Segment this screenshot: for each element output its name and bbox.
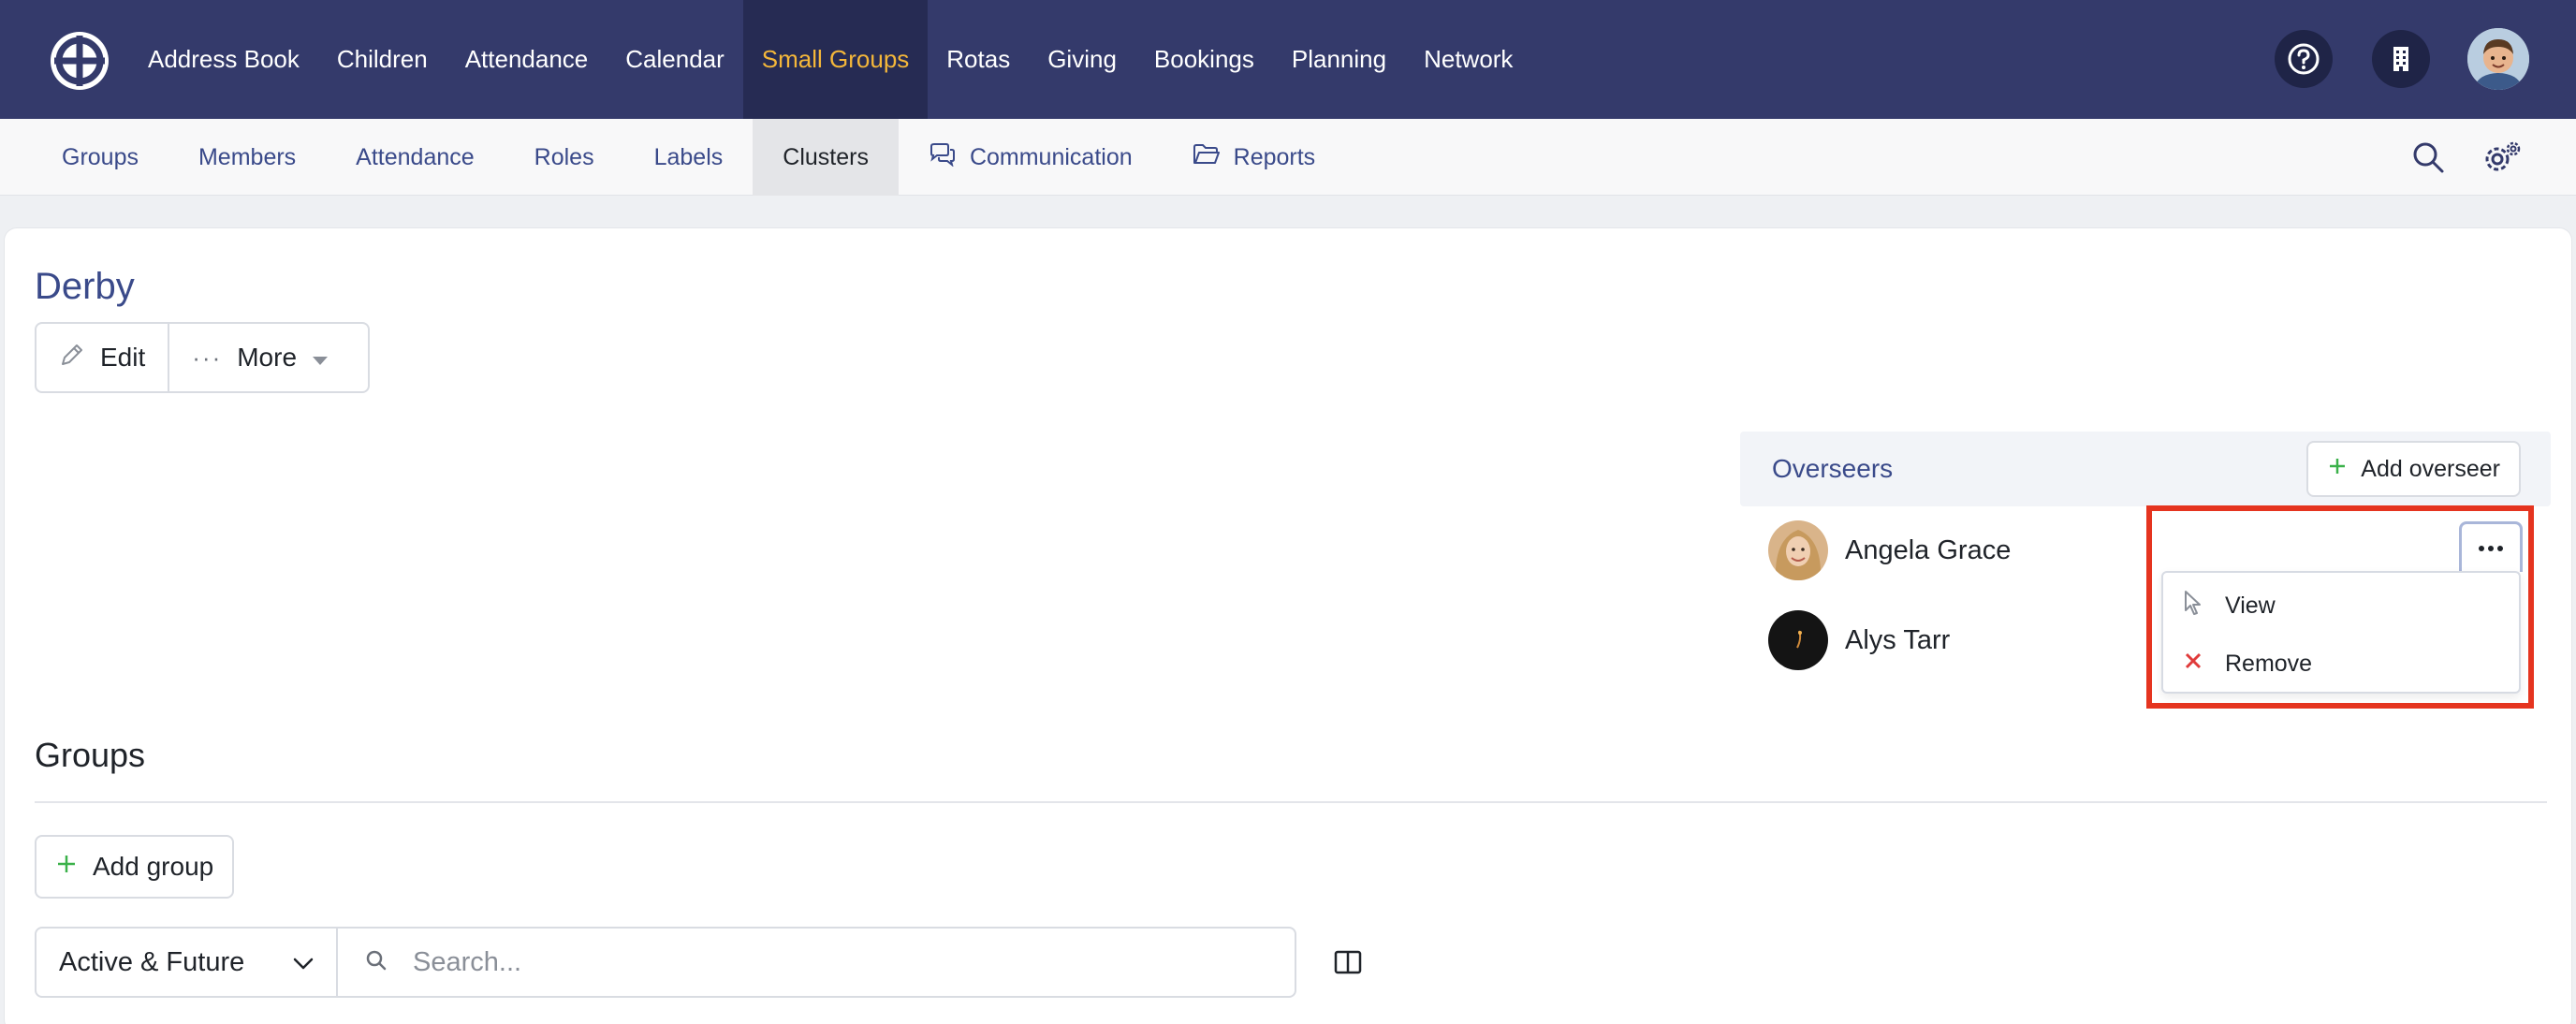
- nav-small-groups[interactable]: Small Groups: [742, 0, 929, 119]
- tab-label: Groups: [62, 143, 139, 170]
- overseer-row[interactable]: Alys Tarr: [1768, 610, 1950, 670]
- add-group-label: Add group: [93, 852, 214, 881]
- nav-rotas[interactable]: Rotas: [928, 0, 1029, 119]
- close-icon: [2182, 650, 2204, 679]
- nav-attendance[interactable]: Attendance: [446, 0, 607, 119]
- tab-clusters[interactable]: Clusters: [753, 119, 899, 196]
- building-icon[interactable]: [2372, 30, 2430, 88]
- status-filter-value: Active & Future: [59, 946, 245, 977]
- overseers-title: Overseers: [1772, 454, 1894, 483]
- nav-bookings[interactable]: Bookings: [1135, 0, 1273, 119]
- search-input[interactable]: [413, 946, 1255, 978]
- section-divider: [35, 801, 2547, 803]
- tab-groups[interactable]: Groups: [32, 119, 168, 196]
- plus-icon: [2327, 456, 2348, 483]
- action-button-group: Edit ··· More: [35, 322, 370, 393]
- folder-icon: [1193, 143, 1221, 172]
- tab-members[interactable]: Members: [168, 119, 326, 196]
- edit-button[interactable]: Edit: [37, 324, 168, 391]
- columns-icon[interactable]: [1332, 946, 1364, 978]
- nav-calendar[interactable]: Calendar: [607, 0, 743, 119]
- status-filter-select[interactable]: Active & Future: [37, 929, 338, 996]
- groups-filter-bar: Active & Future: [35, 927, 1296, 998]
- edit-label: Edit: [100, 343, 146, 372]
- overseer-name: Angela Grace: [1845, 534, 2012, 565]
- logo-icon[interactable]: [49, 30, 110, 92]
- remove-label: Remove: [2225, 651, 2313, 677]
- avatar: [1768, 520, 1828, 580]
- tab-label: Members: [198, 143, 297, 170]
- nav-children[interactable]: Children: [318, 0, 446, 119]
- tab-label: Roles: [534, 143, 594, 170]
- nav-planning[interactable]: Planning: [1273, 0, 1405, 119]
- search-icon: [364, 948, 388, 977]
- tab-label: Labels: [653, 143, 724, 170]
- ellipsis-icon: ···: [192, 343, 223, 372]
- more-dropdown-button[interactable]: ··· More: [168, 324, 351, 391]
- view-label: View: [2225, 592, 2276, 619]
- ellipsis-icon: [2478, 540, 2504, 557]
- more-label: More: [237, 343, 298, 372]
- add-group-button[interactable]: Add group: [35, 835, 235, 899]
- overseer-options-menu: View Remove: [2161, 571, 2521, 694]
- menu-item-remove[interactable]: Remove: [2182, 650, 2312, 679]
- add-overseer-label: Add overseer: [2361, 455, 2500, 482]
- tab-label: Reports: [1233, 143, 1316, 170]
- avatar: [1768, 610, 1828, 670]
- tab-label: Communication: [969, 143, 1133, 170]
- caret-down-icon: [312, 343, 329, 373]
- tab-labels[interactable]: Labels: [624, 119, 754, 196]
- tab-attendance[interactable]: Attendance: [326, 119, 505, 196]
- overseers-header: Overseers Add overseer: [1740, 432, 2551, 506]
- settings-icon[interactable]: [2482, 138, 2522, 177]
- page-title: Derby: [35, 266, 135, 307]
- nav-giving[interactable]: Giving: [1029, 0, 1135, 119]
- tab-reports[interactable]: Reports: [1163, 119, 1346, 196]
- search-icon[interactable]: [2408, 138, 2448, 177]
- tab-communication[interactable]: Communication: [899, 119, 1163, 196]
- overseer-name: Alys Tarr: [1845, 624, 1951, 655]
- pointer-icon: [2182, 590, 2204, 622]
- overseer-options-button[interactable]: [2459, 521, 2523, 572]
- add-overseer-button[interactable]: Add overseer: [2306, 441, 2521, 497]
- chat-icon: [929, 142, 957, 173]
- sub-navigation: Groups Members Attendance Roles Labels C…: [0, 119, 2576, 196]
- plus-icon: [55, 852, 78, 882]
- tab-label: Attendance: [356, 143, 475, 170]
- tab-label: Clusters: [783, 143, 869, 170]
- user-avatar[interactable]: [2467, 28, 2529, 90]
- search-field: [338, 929, 1295, 996]
- tab-roles[interactable]: Roles: [505, 119, 624, 196]
- help-icon[interactable]: [2275, 30, 2333, 88]
- cluster-card: Derby Edit ··· More Overseers Add overse…: [4, 227, 2572, 1024]
- nav-network[interactable]: Network: [1405, 0, 1531, 119]
- chevron-down-icon: [293, 947, 314, 978]
- menu-item-view[interactable]: View: [2182, 590, 2276, 622]
- top-navigation: Address Book Children Attendance Calenda…: [0, 0, 2576, 119]
- nav-address-book[interactable]: Address Book: [129, 0, 318, 119]
- pencil-icon: [59, 342, 85, 374]
- groups-title: Groups: [35, 736, 146, 774]
- overseer-row[interactable]: Angela Grace: [1768, 520, 2011, 580]
